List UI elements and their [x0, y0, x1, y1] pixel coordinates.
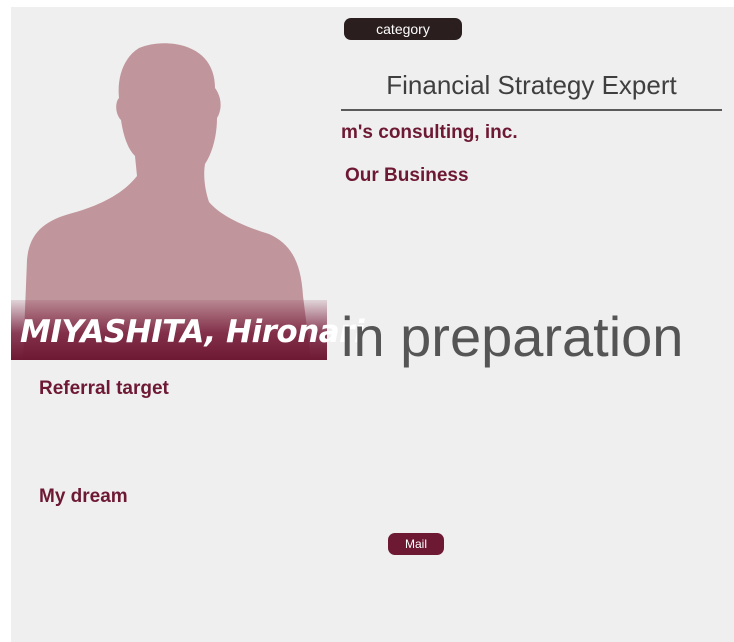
company-name: m's consulting, inc.: [341, 122, 518, 143]
dream-heading: My dream: [39, 486, 128, 507]
status-text: in preparation: [341, 305, 684, 368]
mail-button[interactable]: Mail: [388, 533, 444, 555]
category-badge: category: [344, 18, 462, 40]
profile-name: MIYASHITA, Hironari: [20, 314, 365, 350]
profile-title: Financial Strategy Expert: [341, 70, 722, 111]
business-heading: Our Business: [345, 165, 469, 186]
referral-heading: Referral target: [39, 378, 169, 399]
